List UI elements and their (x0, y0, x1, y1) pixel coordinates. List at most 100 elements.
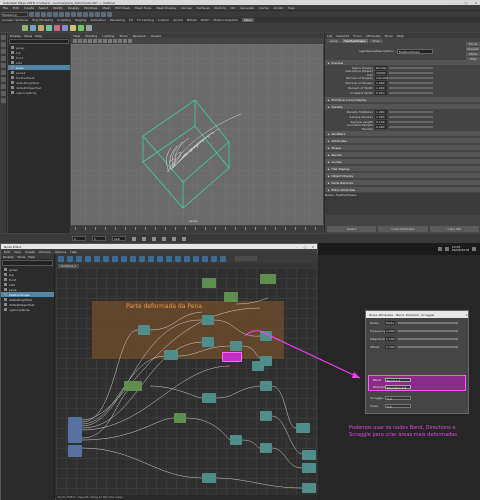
select-hierarchy-icon[interactable] (59, 11, 64, 17)
node-editor-menu-edit[interactable]: Edit (4, 250, 10, 254)
rotate-tool-icon[interactable] (1, 63, 6, 68)
shelf-tab-poly-modeling[interactable]: Poly Modeling (32, 18, 53, 22)
node-editor-close-button[interactable]: × (309, 245, 317, 249)
shelf-tab-arnold[interactable]: Arnold (173, 18, 183, 22)
node-ramp-1[interactable] (202, 393, 216, 403)
node-ramp-2[interactable] (260, 381, 272, 391)
sculpt-guides-icon[interactable] (54, 24, 60, 31)
shelf-tab-fx-caching[interactable]: FX Caching (137, 18, 154, 22)
timeline[interactable] (71, 226, 323, 233)
shelf-tab-bifrost[interactable]: Bifrost (187, 18, 197, 22)
node-clamp-2[interactable] (260, 411, 272, 421)
presets-button[interactable]: Presets (466, 46, 480, 51)
attr-value-field[interactable]: 1.000 (375, 85, 387, 90)
menu-help[interactable]: Help (288, 6, 295, 10)
noise-panel-close-button[interactable]: × (465, 313, 468, 317)
node-final-2[interactable] (302, 450, 316, 460)
attr-value-field[interactable]: 1.000 (375, 80, 387, 85)
ae-menu-show[interactable]: Show (385, 34, 393, 38)
go-to-start-icon[interactable] (132, 236, 136, 241)
play-backward-icon[interactable] (152, 236, 156, 241)
attr-value-field[interactable]: 0.010 (375, 90, 387, 95)
shelf-tab-mash[interactable]: MASH (201, 18, 210, 22)
node-bend-input[interactable] (138, 325, 150, 335)
select-button[interactable]: Select (327, 226, 377, 232)
menu-mesh-display[interactable]: Mesh Display (156, 6, 176, 10)
last-tool-icon[interactable] (1, 77, 6, 82)
connected-mode-icon[interactable] (139, 255, 145, 262)
wireframe-icon[interactable] (93, 39, 97, 43)
camera-attributes-icon[interactable] (73, 39, 77, 43)
frame-selected-icon[interactable] (121, 255, 127, 262)
grid-snap-icon[interactable] (166, 255, 172, 262)
noise-row-field[interactable]: 0.0 (385, 396, 411, 401)
ae-menu-attributes[interactable]: Attributes (366, 34, 381, 38)
image-plane-icon[interactable] (83, 39, 87, 43)
viewport-menu-panels[interactable]: Panels (151, 34, 161, 38)
section-hair-display[interactable]: ▸ Hair Display (325, 166, 480, 171)
new-scene-icon[interactable] (29, 11, 34, 17)
graph-search-icon[interactable] (220, 255, 226, 262)
rearrange-graph-icon[interactable] (103, 255, 109, 262)
single-view-icon[interactable] (1, 84, 6, 89)
node-noise-3[interactable] (230, 341, 242, 351)
node-source-2[interactable] (68, 445, 82, 457)
smooth-shade-icon[interactable] (98, 39, 102, 43)
frame-all-icon[interactable] (112, 255, 118, 262)
tab-xgen[interactable]: XGen (369, 39, 384, 43)
noise-row-slider[interactable] (398, 330, 458, 332)
show-swatches-icon[interactable] (175, 255, 181, 262)
textured-icon[interactable] (103, 39, 107, 43)
attr-value-field[interactable]: 10000 (375, 70, 387, 75)
attr-slider[interactable] (389, 86, 433, 89)
graph-input-output-icon[interactable] (58, 255, 64, 262)
minimize-button[interactable]: – (452, 1, 460, 5)
maximize-button[interactable]: □ (462, 1, 470, 5)
graph-input-icon[interactable] (67, 255, 73, 262)
select-tool-icon[interactable] (1, 35, 6, 40)
node-clamp-3[interactable] (260, 443, 272, 453)
shelf-tab-animation[interactable]: Animation (90, 18, 105, 22)
node-description[interactable] (260, 274, 276, 284)
simple-mode-icon[interactable] (130, 255, 136, 262)
menu-modify[interactable]: Modify (53, 6, 63, 10)
noise-row-value[interactable]: Mode (385, 321, 395, 325)
copy-tab-button[interactable]: Copy Tab (429, 226, 479, 232)
noise-row-value[interactable]: 0.000 (385, 345, 395, 349)
lights-icon[interactable] (108, 39, 112, 43)
menu-windows[interactable]: Windows (84, 6, 97, 10)
shadows-icon[interactable] (113, 39, 117, 43)
node-editor-minimize-button[interactable]: – (293, 245, 301, 249)
attr-value-field[interactable]: Render (375, 65, 387, 70)
shelf-tab-rigging[interactable]: Rigging (75, 18, 86, 22)
highlighted-field[interactable]: Bend 1.1 (385, 378, 411, 383)
step-forward-icon[interactable] (172, 236, 176, 241)
node-output[interactable] (252, 361, 264, 371)
cache-icon[interactable] (78, 24, 84, 31)
notes-area[interactable]: Notes: FeatherShape (325, 193, 480, 215)
node-source[interactable] (68, 417, 82, 443)
pin-selected-icon[interactable] (202, 255, 208, 262)
viewport-menu-view[interactable]: View (73, 34, 80, 38)
groom-tool-icon[interactable] (38, 24, 44, 31)
mode-selector[interactable]: Modeling (2, 11, 28, 17)
shelf-tab-rendering[interactable]: Rendering (110, 18, 125, 22)
play-forward-icon[interactable] (162, 236, 166, 241)
menu-file[interactable]: File (3, 6, 8, 10)
xgen-editor-icon[interactable] (22, 24, 28, 31)
snap-grid-icon[interactable] (77, 11, 82, 17)
snap-point-icon[interactable] (89, 11, 94, 17)
range-end-field[interactable]: 120 (112, 236, 126, 241)
menu-edit-mesh[interactable]: Edit Mesh (115, 6, 130, 10)
scale-tool-icon[interactable] (1, 70, 6, 75)
render-icon[interactable] (95, 11, 100, 17)
node-outliner-menu-help[interactable]: Help (28, 255, 35, 259)
shelf-tab-xgen[interactable]: XGen (241, 18, 254, 22)
shelf-tab-motion-graphics[interactable]: Motion Graphics (213, 18, 237, 22)
remove-selected-icon[interactable] (94, 255, 100, 262)
node-graph-canvas[interactable]: Parte deformada da Pena Node Editor: Use… (56, 268, 318, 500)
node-editor-menu-options[interactable]: Options (55, 250, 67, 254)
attr-value-field[interactable]: 100.000 (375, 75, 388, 80)
menu-deform[interactable]: Deform (215, 6, 226, 10)
save-scene-icon[interactable] (41, 11, 46, 17)
